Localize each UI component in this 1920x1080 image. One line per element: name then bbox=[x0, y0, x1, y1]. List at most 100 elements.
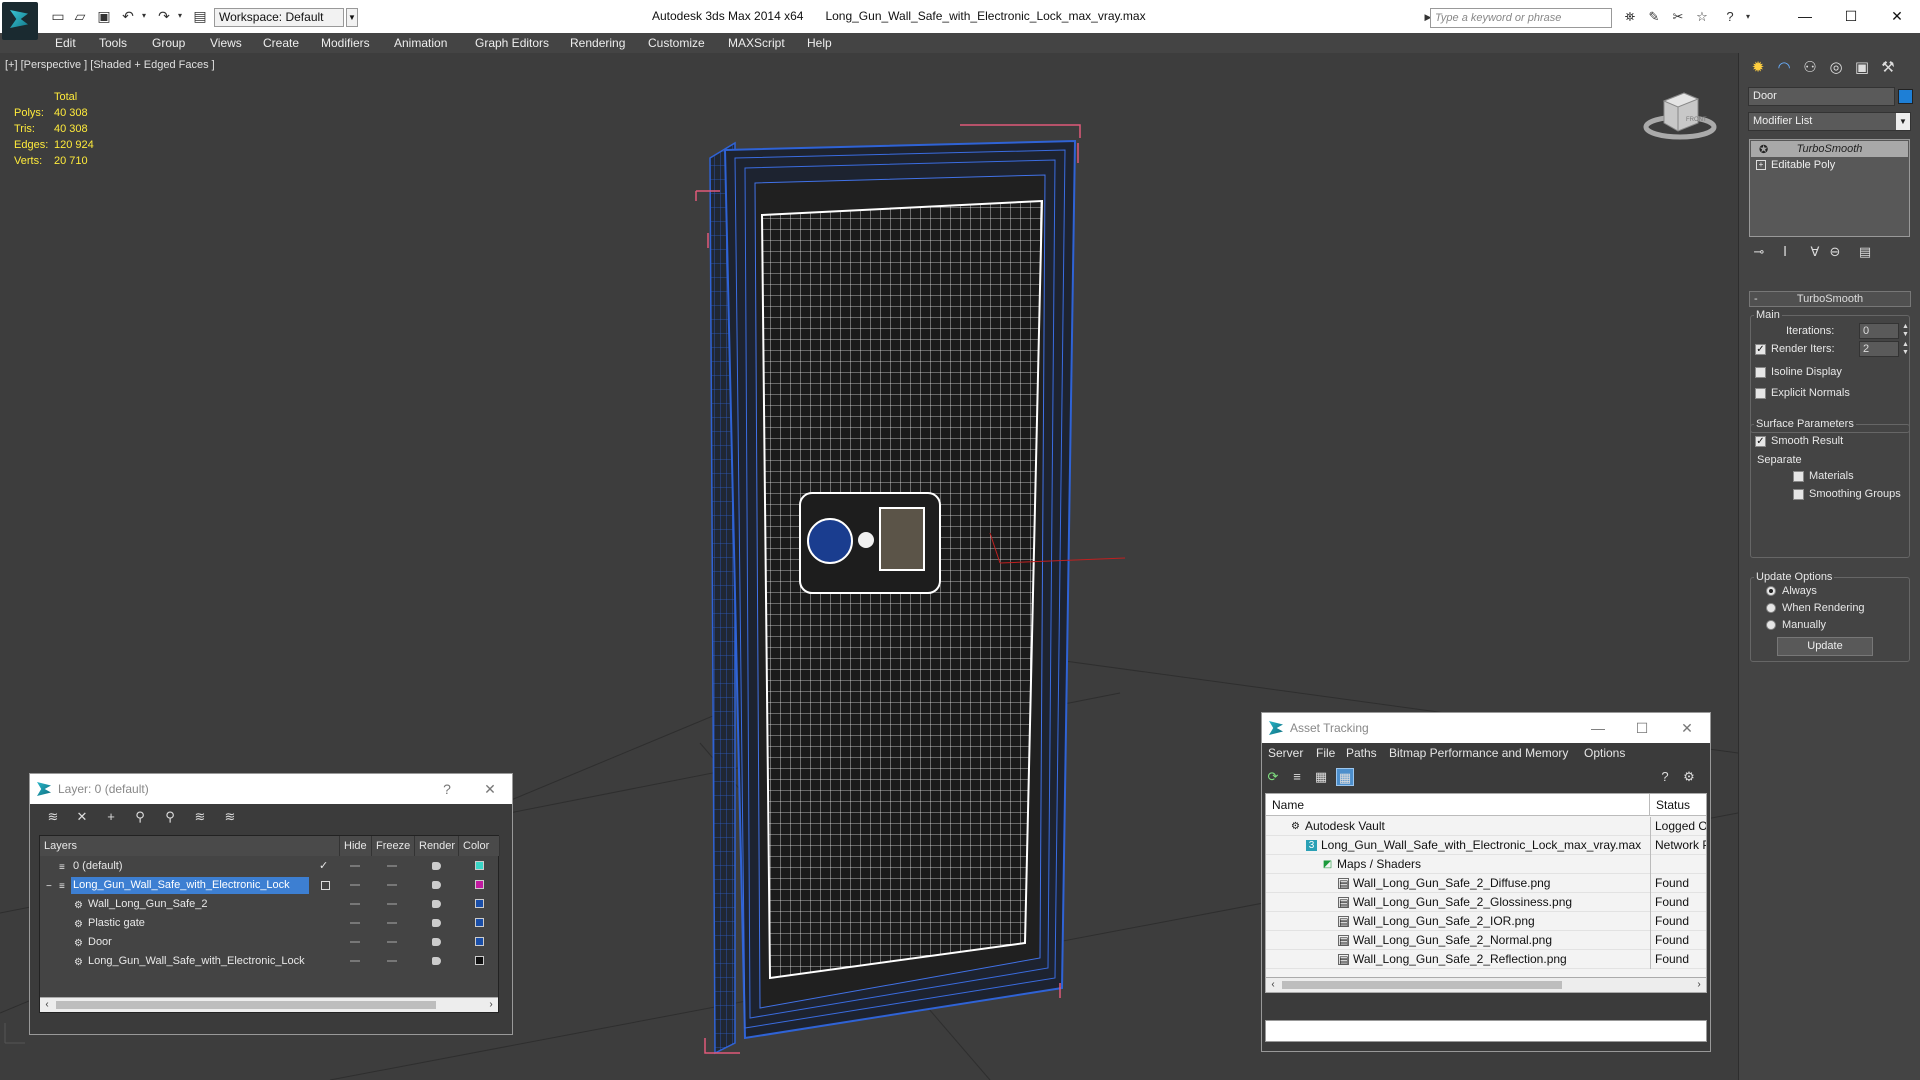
scrollbar-thumb[interactable] bbox=[56, 1001, 436, 1009]
search-input[interactable]: Type a keyword or phrase bbox=[1430, 8, 1612, 28]
settings-icon[interactable]: ⚙ bbox=[1680, 768, 1698, 786]
iterations-spinner[interactable]: 0 bbox=[1859, 323, 1899, 339]
close-button[interactable]: ✕ bbox=[1676, 718, 1698, 738]
close-button[interactable]: ✕ bbox=[479, 779, 501, 799]
layer-row[interactable]: ⚙ Wall_Long_Gun_Safe_2 bbox=[40, 895, 500, 914]
maximize-button[interactable]: ☐ bbox=[1631, 718, 1653, 738]
hide-toggle[interactable] bbox=[350, 941, 360, 943]
menu-tools[interactable]: Tools bbox=[99, 36, 127, 50]
layer-window-titlebar[interactable]: Layer: 0 (default) ? ✕ bbox=[30, 774, 512, 804]
menu-file[interactable]: File bbox=[1316, 746, 1335, 760]
hide-toggle[interactable] bbox=[350, 865, 360, 867]
expand-plus-icon[interactable]: + bbox=[1756, 160, 1766, 170]
project-folder-icon[interactable]: ▤ bbox=[192, 9, 208, 23]
update-button[interactable]: Update bbox=[1777, 637, 1873, 656]
asset-row[interactable]: ▤ Wall_Long_Gun_Safe_2_Glossiness.png Fo… bbox=[1266, 893, 1706, 912]
scroll-left-icon[interactable]: ‹ bbox=[1266, 978, 1280, 992]
menu-server[interactable]: Server bbox=[1268, 746, 1303, 760]
layer-row[interactable]: ⚙ Plastic gate bbox=[40, 914, 500, 933]
hide-toggle[interactable] bbox=[350, 884, 360, 886]
thumbnail-view-icon[interactable]: ▦ bbox=[1312, 768, 1330, 786]
workspace-dropdown[interactable]: Workspace: Default bbox=[214, 8, 344, 27]
menu-paths[interactable]: Paths bbox=[1346, 746, 1377, 760]
favorites-star-icon[interactable]: ☆ bbox=[1694, 10, 1710, 24]
collapse-minus-icon[interactable]: − bbox=[46, 877, 52, 896]
minimize-button[interactable]: — bbox=[1782, 4, 1828, 28]
minimize-button[interactable]: — bbox=[1587, 718, 1609, 738]
turbosmooth-rollout-header[interactable]: - TurboSmooth bbox=[1749, 291, 1911, 307]
layer-row[interactable]: ⚙ Long_Gun_Wall_Safe_with_Electronic_Loc… bbox=[40, 952, 500, 971]
new-layer-icon[interactable]: ≋ bbox=[44, 808, 62, 826]
layer-color-swatch[interactable] bbox=[475, 937, 484, 946]
save-file-icon[interactable]: ▣ bbox=[96, 9, 112, 23]
subscription-icon[interactable]: ✎ bbox=[1646, 10, 1662, 24]
column-name[interactable]: Name bbox=[1266, 794, 1650, 816]
layer-color-swatch[interactable] bbox=[475, 880, 484, 889]
pin-stack-icon[interactable]: ⊸ bbox=[1749, 244, 1769, 260]
binoculars-icon[interactable]: ⛯ bbox=[1622, 10, 1638, 24]
active-layer-check-icon[interactable]: ✓ bbox=[319, 857, 328, 876]
viewport-label-menu[interactable]: [+] [Perspective ] [Shaded + Edged Faces… bbox=[5, 59, 215, 71]
open-file-icon[interactable]: ▱ bbox=[72, 9, 88, 23]
menu-help[interactable]: Help bbox=[807, 36, 832, 50]
render-teapot-icon[interactable] bbox=[432, 938, 441, 946]
stack-item-turbosmooth[interactable]: ✪ TurboSmooth bbox=[1751, 141, 1908, 157]
close-button[interactable]: ✕ bbox=[1874, 4, 1920, 28]
asset-row[interactable]: ▤ Wall_Long_Gun_Safe_2_Reflection.png Fo… bbox=[1266, 950, 1706, 969]
render-iters-checkbox[interactable]: ✓ bbox=[1755, 344, 1766, 355]
menu-edit[interactable]: Edit bbox=[55, 36, 76, 50]
render-teapot-icon[interactable] bbox=[432, 862, 441, 870]
column-freeze[interactable]: Freeze bbox=[372, 836, 415, 856]
workspace-dropdown-arrow[interactable]: ▼ bbox=[346, 8, 358, 27]
column-hide[interactable]: Hide bbox=[340, 836, 372, 856]
scrollbar-thumb[interactable] bbox=[1282, 981, 1562, 989]
hide-toggle[interactable] bbox=[350, 922, 360, 924]
freeze-toggle[interactable] bbox=[387, 941, 397, 943]
communication-icon[interactable]: ✂ bbox=[1670, 10, 1686, 24]
motion-tab-icon[interactable]: ◎ bbox=[1825, 57, 1847, 79]
delete-layer-icon[interactable]: ✕ bbox=[73, 808, 91, 826]
make-unique-icon[interactable]: ∀ bbox=[1805, 244, 1825, 260]
update-always-radio[interactable] bbox=[1766, 586, 1776, 596]
object-name-field[interactable]: Door bbox=[1748, 87, 1895, 106]
maximize-button[interactable]: ☐ bbox=[1828, 4, 1874, 28]
display-tab-icon[interactable]: ▣ bbox=[1851, 57, 1873, 79]
help-icon[interactable]: ? bbox=[1656, 768, 1674, 786]
redo-icon[interactable]: ↷ bbox=[156, 9, 172, 23]
menu-customize[interactable]: Customize bbox=[648, 36, 705, 50]
freeze-toggle[interactable] bbox=[387, 960, 397, 962]
utilities-tab-icon[interactable]: ⚒ bbox=[1877, 57, 1899, 79]
asset-row[interactable]: ⚙ Autodesk Vault Logged Ou bbox=[1266, 817, 1706, 836]
menu-modifiers[interactable]: Modifiers bbox=[321, 36, 370, 50]
layer-color-swatch[interactable] bbox=[475, 956, 484, 965]
layer-color-swatch[interactable] bbox=[475, 918, 484, 927]
app-menu-button[interactable] bbox=[2, 2, 38, 40]
layer-row[interactable]: ≡ 0 (default) ✓ bbox=[40, 857, 500, 876]
layer-row[interactable]: − ≡ Long_Gun_Wall_Safe_with_Electronic_L… bbox=[40, 876, 500, 895]
render-iters-spinner[interactable]: 2 bbox=[1859, 341, 1899, 357]
render-teapot-icon[interactable] bbox=[432, 919, 441, 927]
menu-rendering[interactable]: Rendering bbox=[570, 36, 625, 50]
menu-views[interactable]: Views bbox=[210, 36, 242, 50]
create-tab-sun-icon[interactable]: ✹ bbox=[1747, 57, 1769, 79]
update-manually-radio[interactable] bbox=[1766, 620, 1776, 630]
freeze-toggle[interactable] bbox=[387, 903, 397, 905]
materials-checkbox[interactable] bbox=[1793, 471, 1804, 482]
menu-graph-editors[interactable]: Graph Editors bbox=[475, 36, 549, 50]
column-color[interactable]: Color bbox=[459, 836, 500, 856]
update-when-rendering-radio[interactable] bbox=[1766, 603, 1776, 613]
explicit-normals-checkbox[interactable] bbox=[1755, 388, 1766, 399]
new-file-icon[interactable]: ▭ bbox=[50, 9, 66, 23]
render-teapot-icon[interactable] bbox=[432, 881, 441, 889]
isoline-display-checkbox[interactable] bbox=[1755, 367, 1766, 378]
asset-row[interactable]: 3 Long_Gun_Wall_Safe_with_Electronic_Loc… bbox=[1266, 836, 1706, 855]
scroll-right-icon[interactable]: › bbox=[1692, 978, 1706, 992]
asset-row[interactable]: ▤ Wall_Long_Gun_Safe_2_Normal.png Found bbox=[1266, 931, 1706, 950]
stack-item-editable-poly[interactable]: + Editable Poly bbox=[1751, 157, 1908, 173]
horizontal-scrollbar[interactable]: ‹ › bbox=[1266, 977, 1706, 992]
column-status[interactable]: Status bbox=[1650, 794, 1706, 816]
smooth-result-checkbox[interactable]: ✓ bbox=[1755, 436, 1766, 447]
show-end-result-icon[interactable]: Ⅰ bbox=[1775, 244, 1795, 260]
hide-all-layers-icon[interactable]: ≋ bbox=[191, 808, 209, 826]
scroll-left-icon[interactable]: ‹ bbox=[40, 998, 54, 1012]
